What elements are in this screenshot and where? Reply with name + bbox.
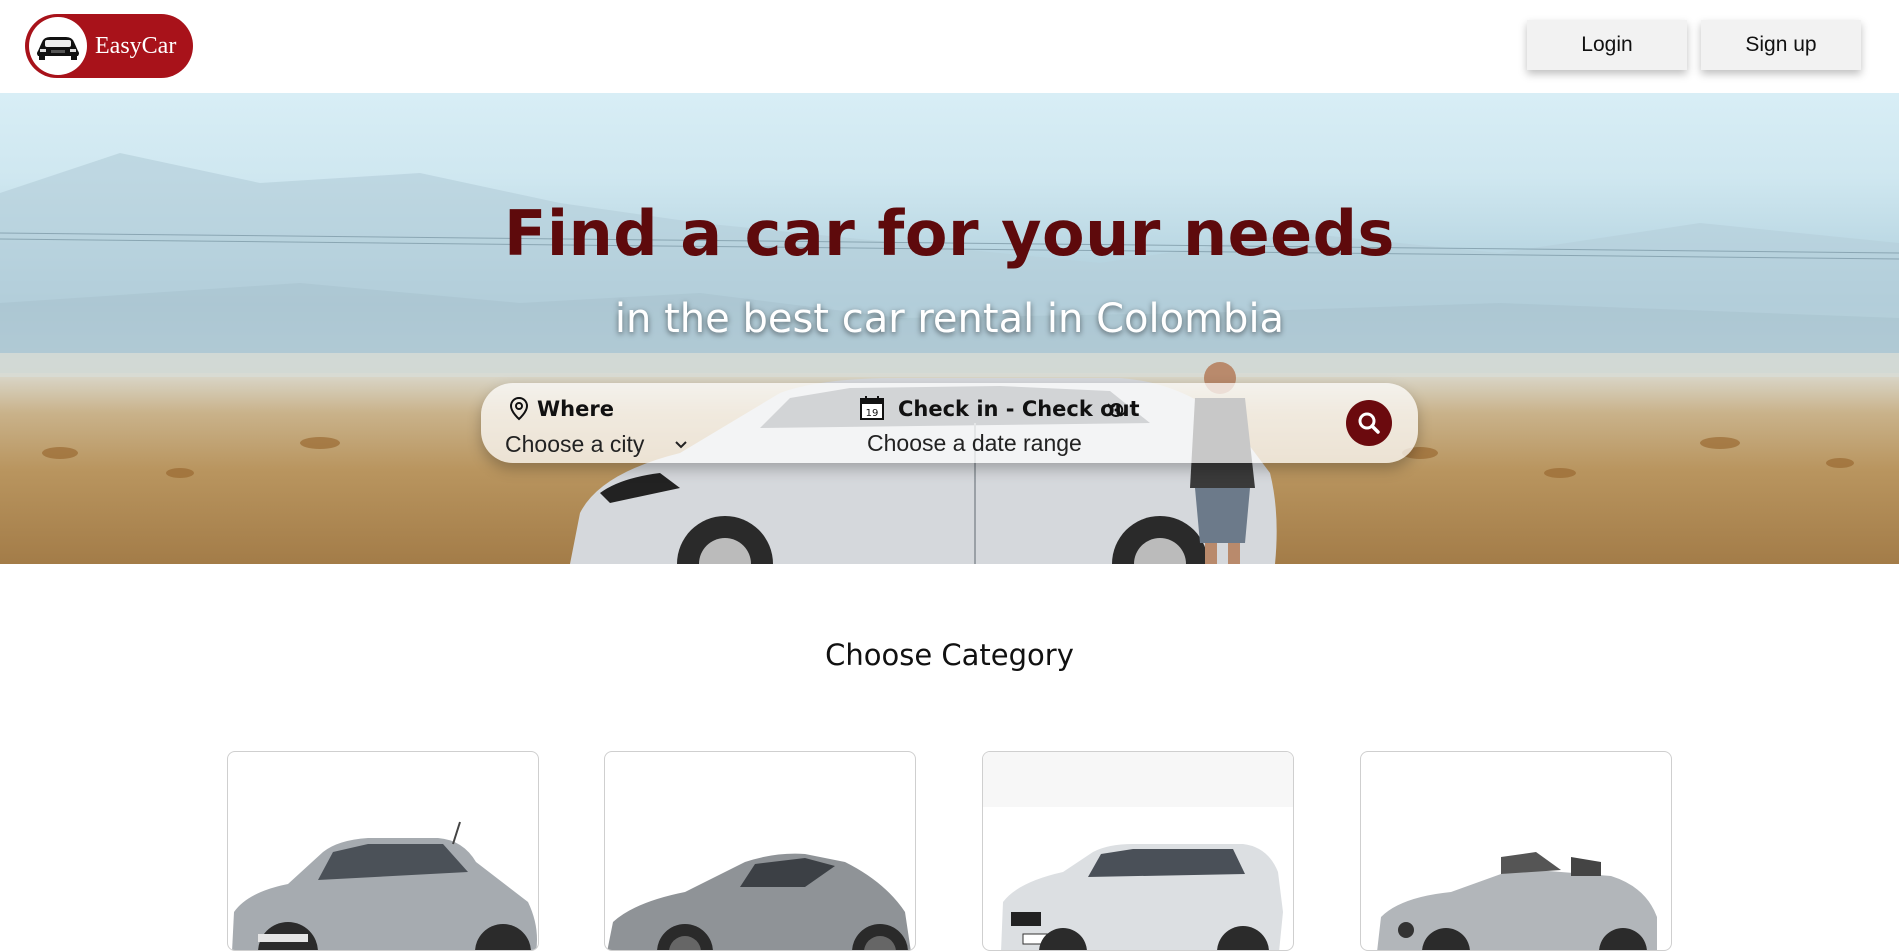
calendar-icon: 19 xyxy=(860,396,884,420)
signup-button[interactable]: Sign up xyxy=(1701,20,1861,70)
car-logo-icon xyxy=(29,17,87,75)
login-button[interactable]: Login xyxy=(1527,20,1687,70)
hero-title: Find a car for your needs xyxy=(504,197,1395,270)
category-card-hatchback[interactable] xyxy=(227,751,539,951)
where-label: Where xyxy=(537,397,614,421)
hatchback-car-image xyxy=(232,821,537,950)
date-range-input[interactable]: Choose a date range xyxy=(867,430,1082,457)
header: EasyCar Login Sign up xyxy=(0,0,1899,93)
brand-logo[interactable]: EasyCar xyxy=(25,14,193,78)
search-bar: Where Choose a city 19 Check in - Check … xyxy=(481,383,1418,463)
category-card-convertible[interactable] xyxy=(1360,751,1672,951)
reset-icon[interactable] xyxy=(1107,401,1125,419)
convertible-car-image xyxy=(1377,852,1657,950)
calendar-day: 19 xyxy=(866,408,879,419)
suv-car-image xyxy=(983,752,1293,950)
location-pin-icon xyxy=(509,397,529,421)
where-field[interactable]: Where Choose a city xyxy=(505,391,825,458)
hero-banner: Find a car for your needs in the best ca… xyxy=(0,93,1899,564)
category-card-sports[interactable] xyxy=(604,751,916,951)
sports-car-image xyxy=(607,853,911,950)
chevron-down-icon[interactable] xyxy=(674,440,688,450)
dates-label: Check in - Check out xyxy=(898,397,1140,421)
search-icon xyxy=(1358,412,1380,434)
category-card-suv[interactable] xyxy=(982,751,1294,951)
dates-field[interactable]: 19 Check in - Check out Choose a date ra… xyxy=(859,391,1199,457)
search-button[interactable] xyxy=(1346,400,1392,446)
hero-subtitle: in the best car rental in Colombia xyxy=(614,296,1285,342)
city-select[interactable]: Choose a city xyxy=(505,431,644,458)
category-title: Choose Category xyxy=(825,638,1074,672)
brand-name: EasyCar xyxy=(95,32,177,59)
